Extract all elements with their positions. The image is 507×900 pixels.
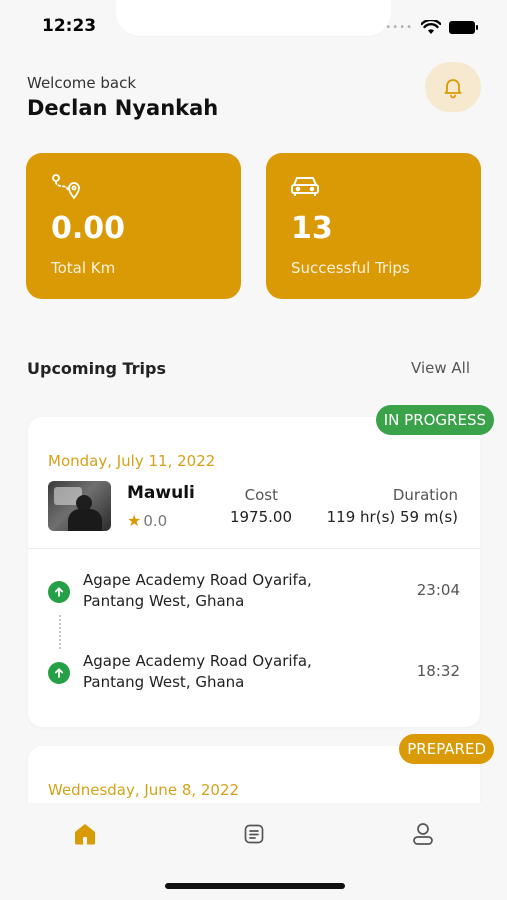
view-all-link[interactable]: View All (411, 359, 470, 377)
status-badge: IN PROGRESS (375, 405, 494, 435)
notifications-button[interactable] (425, 62, 481, 112)
home-indicator (165, 883, 345, 889)
home-screen: 12:23 •••• Welcome back Declan Nyankah 0… (0, 0, 507, 900)
route-icon (52, 174, 80, 200)
duration-value: 119 hr(s) 59 m(s) (326, 508, 458, 526)
status-icons: •••• (385, 17, 478, 37)
driver-rating: ★ 0.0 (127, 511, 167, 530)
notch (116, 0, 391, 36)
stop-time: 23:04 (416, 581, 460, 599)
user-name: Declan Nyankah (27, 96, 219, 120)
stop-time: 18:32 (416, 662, 460, 680)
stop-address: Agape Academy Road Oyarifa, Pantang West… (83, 652, 312, 691)
cost-value: 1975.00 (229, 508, 292, 526)
trip-date: Monday, July 11, 2022 (48, 452, 216, 470)
total-km-value: 0.00 (51, 211, 126, 246)
wifi-icon (421, 19, 441, 34)
divider (28, 548, 480, 549)
home-icon (75, 824, 95, 845)
signal-icon: •••• (385, 21, 413, 33)
cost-label: Cost (244, 486, 278, 504)
nav-trips[interactable] (239, 819, 269, 849)
trips-list-icon (244, 824, 264, 844)
stop-address: Agape Academy Road Oyarifa, Pantang West… (83, 571, 312, 610)
car-icon (291, 177, 319, 196)
profile-icon (413, 823, 433, 845)
trip-date: Wednesday, June 8, 2022 (48, 781, 240, 799)
driver-name: Mawuli (127, 483, 195, 503)
nav-profile[interactable] (408, 819, 438, 849)
bell-icon (444, 79, 462, 99)
nav-home[interactable] (70, 819, 100, 849)
status-time: 12:23 (42, 16, 97, 36)
driver-avatar (48, 481, 111, 531)
battery-icon (449, 20, 478, 34)
status-bar: 12:23 •••• (0, 0, 507, 56)
total-km-label: Total Km (51, 259, 116, 277)
star-icon: ★ (127, 511, 142, 530)
total-km-card[interactable]: 0.00 Total Km (26, 153, 241, 299)
arrow-up-icon (48, 662, 70, 684)
route-connector (59, 615, 61, 649)
successful-trips-value: 13 (291, 211, 333, 246)
rating-value: 0.0 (143, 511, 168, 530)
status-badge: PREPARED (399, 734, 494, 764)
successful-trips-card[interactable]: 13 Successful Trips (266, 153, 481, 299)
trip-card[interactable]: IN PROGRESS Monday, July 11, 2022 Mawuli… (28, 405, 494, 727)
upcoming-trips-title: Upcoming Trips (27, 359, 166, 378)
duration-label: Duration (392, 486, 458, 504)
welcome-text: Welcome back (27, 74, 137, 92)
arrow-up-icon (48, 581, 70, 603)
successful-trips-label: Successful Trips (291, 259, 410, 277)
